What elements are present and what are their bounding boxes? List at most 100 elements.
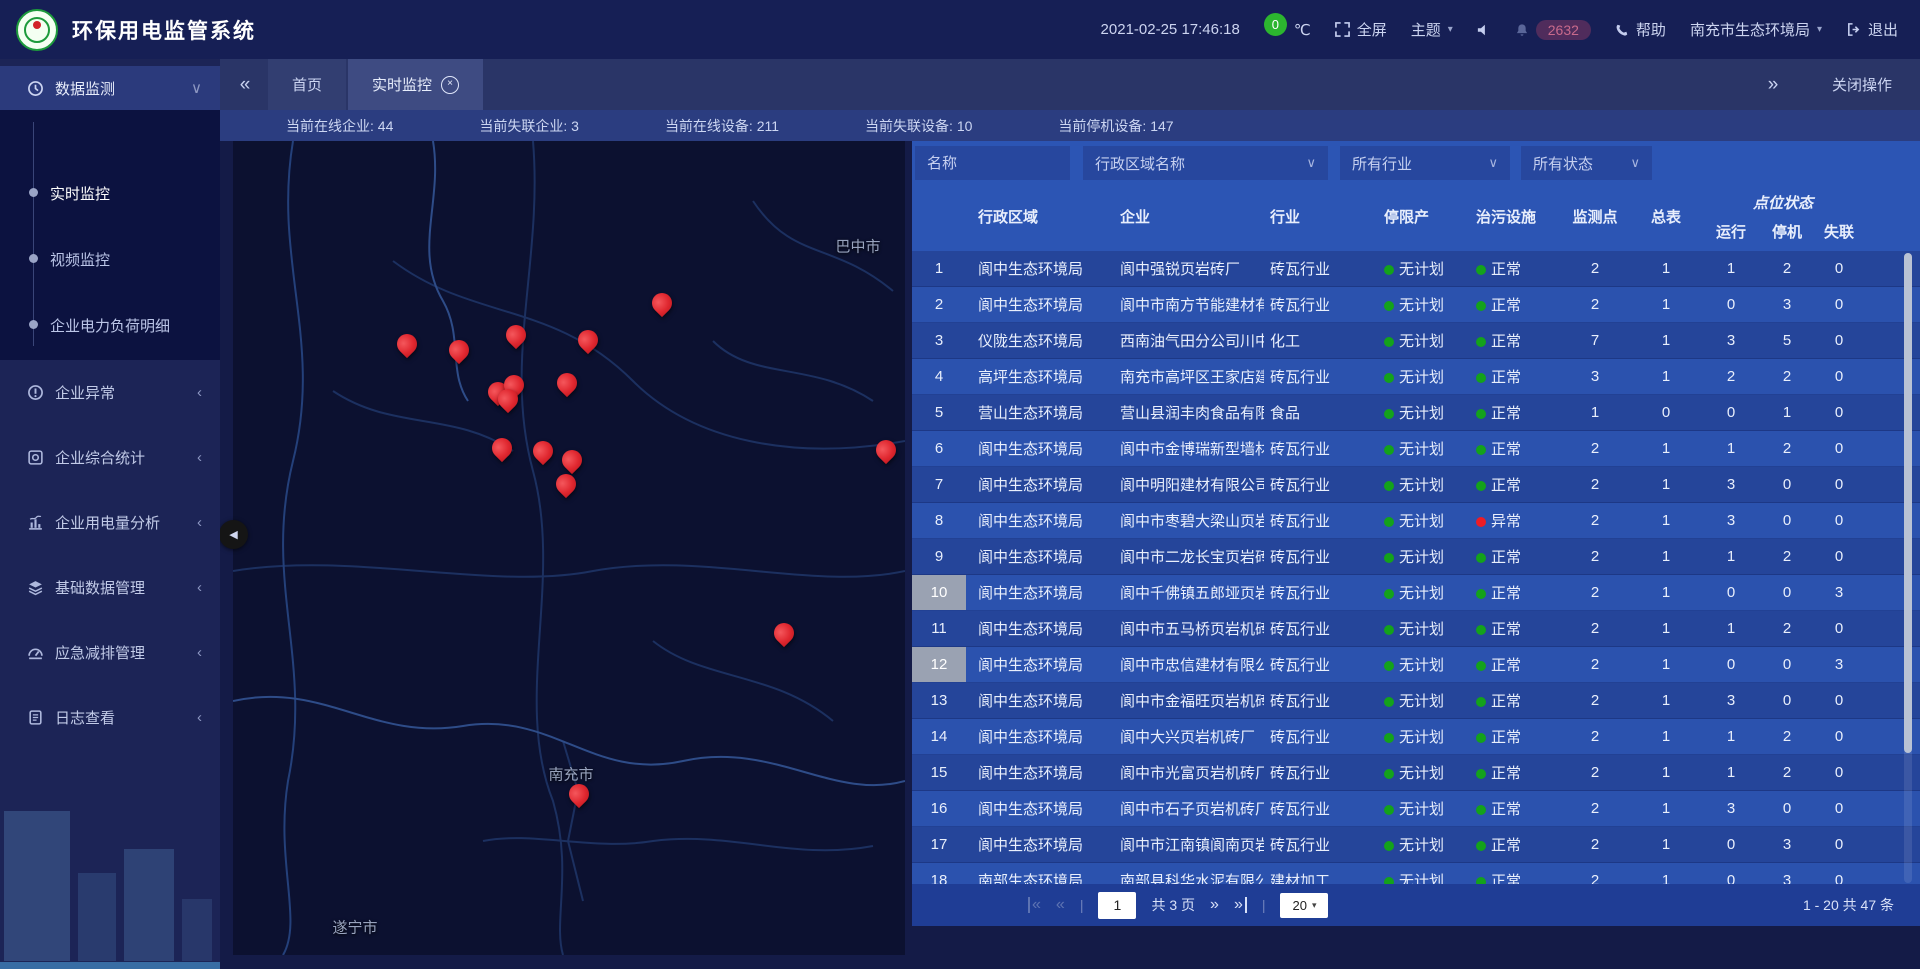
chevron-down-icon: ▾ <box>1448 24 1453 35</box>
tab-close-icon[interactable]: × <box>441 76 459 94</box>
submenu-item-视频监控[interactable]: 视频监控 <box>0 226 220 292</box>
row-region: 阆中生态环境局 <box>966 618 1114 639</box>
row-industry: 砖瓦行业 <box>1264 294 1382 315</box>
table-row[interactable]: 4高坪生态环境局南充市高坪区王家店建砖瓦行业无计划正常31220 <box>912 359 1920 395</box>
table-row[interactable]: 3仪陇生态环境局西南油气田分公司川中化工无计划正常71350 <box>912 323 1920 359</box>
row-monitor-count: 2 <box>1559 656 1631 673</box>
next-page-icon[interactable]: » <box>1210 897 1219 913</box>
tab-实时监控[interactable]: 实时监控× <box>348 59 483 110</box>
sidebar-item-应急减排管理[interactable]: 应急减排管理‹ <box>0 620 220 685</box>
table-row[interactable]: 10阆中生态环境局阆中千佛镇五郎垭页岩砖瓦行业无计划正常21003 <box>912 575 1920 611</box>
stat-item: 当前失联设备: 10 <box>865 116 972 136</box>
app-title: 环保用电监管系统 <box>72 15 256 45</box>
map-panel[interactable]: 巴中市南充市遂宁市 ◀ <box>233 141 905 955</box>
name-search-input[interactable] <box>915 146 1070 180</box>
row-stop-limit: 无计划 <box>1382 546 1474 567</box>
chevron-left-icon: ‹ <box>197 450 202 465</box>
status-dot-green <box>1476 337 1486 347</box>
page-size-select[interactable]: 20 ▾ <box>1280 893 1328 918</box>
row-stop-limit: 无计划 <box>1382 870 1474 884</box>
table-row[interactable]: 2阆中生态环境局阆中市南方节能建材有砖瓦行业无计划正常21030 <box>912 287 1920 323</box>
prev-page-icon[interactable]: « <box>1056 897 1065 913</box>
sidebar-item-数据监测[interactable]: 数据监测∨ <box>0 66 220 110</box>
gauge-icon <box>26 644 44 661</box>
table-row[interactable]: 13阆中生态环境局阆中市金福旺页岩机砖砖瓦行业无计划正常21300 <box>912 683 1920 719</box>
table-row[interactable]: 5营山生态环境局营山县润丰肉食品有限食品无计划正常10010 <box>912 395 1920 431</box>
row-monitor-count: 7 <box>1559 332 1631 349</box>
row-lost-count: 0 <box>1813 404 1865 421</box>
table-row[interactable]: 7阆中生态环境局阆中明阳建材有限公司砖瓦行业无计划正常21300 <box>912 467 1920 503</box>
help-button[interactable]: 帮助 <box>1615 19 1666 40</box>
table-row[interactable]: 11阆中生态环境局阆中市五马桥页岩机砖砖瓦行业无计划正常21120 <box>912 611 1920 647</box>
stat-item: 当前在线企业: 44 <box>286 116 393 136</box>
sidebar-item-企业综合统计[interactable]: 企业综合统计‹ <box>0 425 220 490</box>
row-index: 2 <box>912 287 966 322</box>
sidebar-item-企业异常[interactable]: 企业异常‹ <box>0 360 220 425</box>
row-region: 阆中生态环境局 <box>966 438 1114 459</box>
row-stop-limit: 无计划 <box>1382 834 1474 855</box>
table-scrollbar <box>1904 253 1912 883</box>
table-row[interactable]: 17阆中生态环境局阆中市江南镇阆南页岩砖瓦行业无计划正常21030 <box>912 827 1920 863</box>
last-page-icon[interactable]: » <box>1234 897 1247 913</box>
chevron-left-icon: ‹ <box>197 645 202 660</box>
col-run: 运行 <box>1701 221 1761 242</box>
table-row[interactable]: 14阆中生态环境局阆中大兴页岩机砖厂砖瓦行业无计划正常21120 <box>912 719 1920 755</box>
tab-首页[interactable]: 首页 <box>268 59 346 110</box>
status-dot-green <box>1476 265 1486 275</box>
tabs-scroll-right-icon[interactable]: » <box>1748 74 1796 96</box>
status-dot-green <box>1384 517 1394 527</box>
close-operations-button[interactable]: 关闭操作 <box>1832 74 1892 95</box>
row-monitor-count: 2 <box>1559 296 1631 313</box>
row-monitor-count: 2 <box>1559 260 1631 277</box>
row-region: 阆中生态环境局 <box>966 654 1114 675</box>
status-select[interactable]: 所有状态 ∨ <box>1521 146 1652 180</box>
theme-menu[interactable]: 主题 ▾ <box>1411 19 1453 40</box>
tabs-scroll-left-icon[interactable]: « <box>220 74 268 96</box>
row-lost-count: 0 <box>1813 800 1865 817</box>
status-dot-green <box>1384 337 1394 347</box>
org-menu[interactable]: 南充市生态环境局 ▾ <box>1690 19 1822 40</box>
table-row[interactable]: 1阆中生态环境局阆中强锐页岩砖厂砖瓦行业无计划正常21120 <box>912 251 1920 287</box>
row-run-count: 1 <box>1701 260 1761 277</box>
table-row[interactable]: 16阆中生态环境局阆中市石子页岩机砖厂砖瓦行业无计划正常21300 <box>912 791 1920 827</box>
sidebar-item-基础数据管理[interactable]: 基础数据管理‹ <box>0 555 220 620</box>
row-total-meter: 1 <box>1631 332 1701 349</box>
notification-area[interactable]: 2632 <box>1515 20 1591 40</box>
chevron-down-icon: ∨ <box>191 81 202 96</box>
industry-select[interactable]: 所有行业 ∨ <box>1340 146 1510 180</box>
row-run-count: 3 <box>1701 332 1761 349</box>
row-facility-status: 正常 <box>1474 726 1559 747</box>
row-company: 阆中市金福旺页岩机砖 <box>1114 690 1264 711</box>
row-stopped-count: 2 <box>1761 620 1813 637</box>
region-select[interactable]: 行政区域名称 ∨ <box>1083 146 1328 180</box>
status-dot-green <box>1384 733 1394 743</box>
row-run-count: 0 <box>1701 872 1761 884</box>
mute-button[interactable] <box>1477 23 1491 37</box>
submenu-item-实时监控[interactable]: 实时监控 <box>0 160 220 226</box>
row-total-meter: 1 <box>1631 764 1701 781</box>
page-number-input[interactable] <box>1098 892 1136 919</box>
table-scrollbar-thumb[interactable] <box>1904 253 1912 753</box>
sidebar-item-日志查看[interactable]: 日志查看‹ <box>0 685 220 750</box>
table-row[interactable]: 6阆中生态环境局阆中市金博瑞新型墙材砖瓦行业无计划正常21120 <box>912 431 1920 467</box>
fullscreen-label: 全屏 <box>1357 19 1387 40</box>
row-stopped-count: 2 <box>1761 728 1813 745</box>
fullscreen-button[interactable]: 全屏 <box>1335 19 1387 40</box>
status-dot-green <box>1384 409 1394 419</box>
row-monitor-count: 2 <box>1559 728 1631 745</box>
table-row[interactable]: 15阆中生态环境局阆中市光富页岩机砖厂砖瓦行业无计划正常21120 <box>912 755 1920 791</box>
table-row[interactable]: 8阆中生态环境局阆中市枣碧大梁山页岩砖瓦行业无计划异常21300 <box>912 503 1920 539</box>
region-select-value: 行政区域名称 <box>1095 153 1185 174</box>
sidebar-item-企业用电量分析[interactable]: 企业用电量分析‹ <box>0 490 220 555</box>
row-industry: 砖瓦行业 <box>1264 834 1382 855</box>
first-page-icon[interactable]: « <box>1028 897 1041 913</box>
row-facility-status: 正常 <box>1474 294 1559 315</box>
panel-collapse-button[interactable]: ◀ <box>219 520 248 549</box>
table-row[interactable]: 12阆中生态环境局阆中市忠信建材有限公砖瓦行业无计划正常21003 <box>912 647 1920 683</box>
table-row[interactable]: 9阆中生态环境局阆中市二龙长宝页岩砖砖瓦行业无计划正常21120 <box>912 539 1920 575</box>
row-facility-status: 正常 <box>1474 366 1559 387</box>
logout-button[interactable]: 退出 <box>1846 19 1898 40</box>
stat-item: 当前失联企业: 3 <box>479 116 579 136</box>
submenu-item-企业电力负荷明细[interactable]: 企业电力负荷明细 <box>0 292 220 358</box>
table-row[interactable]: 18南部生态环境局南部县科华水泥有限公建材加工无计划正常21030 <box>912 863 1920 884</box>
